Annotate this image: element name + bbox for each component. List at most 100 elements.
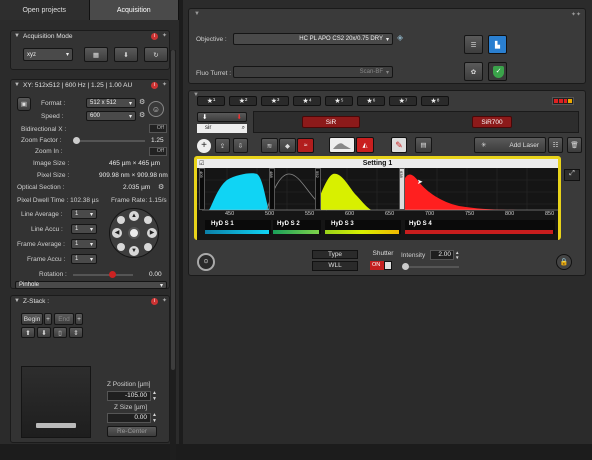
- pin-icon[interactable]: ✦: [162, 31, 167, 42]
- intensity-input[interactable]: 2.00: [430, 250, 454, 260]
- laser-search-input[interactable]: sir ⌕: [197, 124, 247, 133]
- wavy-button[interactable]: ≈: [297, 138, 314, 153]
- expand-button[interactable]: ⤢: [564, 169, 580, 181]
- z-step-button[interactable]: ⇕: [69, 327, 83, 338]
- line-average-select[interactable]: 1 ▾: [71, 209, 97, 219]
- frame-accu-select[interactable]: 1 ▾: [71, 254, 97, 264]
- pan-left-icon[interactable]: ◀: [112, 228, 122, 238]
- filter-button[interactable]: ◆: [279, 138, 296, 153]
- view-button[interactable]: ☰: [464, 35, 483, 54]
- zoom-factor-value[interactable]: 1.25: [151, 137, 164, 144]
- slider-handle[interactable]: [73, 137, 80, 144]
- star-setting-5[interactable]: ★⁵: [325, 96, 353, 106]
- microscope-button[interactable]: ▙: [488, 35, 507, 54]
- star-setting-3[interactable]: ★³: [261, 96, 289, 106]
- pinhole-select[interactable]: Pinhole ▾: [15, 281, 167, 289]
- add-laser-button[interactable]: ✳ Add Laser: [474, 137, 546, 153]
- z-slider-handle[interactable]: [36, 423, 76, 428]
- pin-icon[interactable]: ✦: [162, 296, 167, 307]
- collapse-icon[interactable]: ▼: [194, 11, 200, 17]
- z-lock-button[interactable]: ▯: [53, 327, 67, 338]
- search-icon[interactable]: ⌕: [242, 124, 245, 133]
- collapse-icon[interactable]: ▼: [14, 31, 20, 42]
- pin-icon[interactable]: ✦: [571, 11, 576, 18]
- shutter-toggle-knob[interactable]: [384, 261, 392, 270]
- scrollbar-thumb[interactable]: [171, 50, 175, 370]
- layers-button[interactable]: ≋: [261, 138, 278, 153]
- palette-button[interactable]: ▤: [415, 137, 432, 153]
- frame-average-select[interactable]: 1 ▾: [71, 239, 97, 249]
- scan-button[interactable]: ▣: [17, 97, 31, 111]
- end-button[interactable]: End: [54, 313, 74, 325]
- pan-downleft-icon[interactable]: [117, 243, 125, 251]
- rotate-button[interactable]: ↻: [144, 47, 168, 62]
- eraser-button[interactable]: ✎: [391, 137, 407, 153]
- detector-hyd-s4[interactable]: HyD S 4: [405, 220, 555, 234]
- detector-hyd-s3[interactable]: HyD S 3: [325, 220, 401, 234]
- format-select[interactable]: 512 x 512 ▾: [86, 98, 136, 108]
- z-position-input[interactable]: -105.00: [107, 391, 151, 401]
- z-position-slider[interactable]: [21, 366, 91, 438]
- laser-552-marker[interactable]: 552: [315, 168, 321, 210]
- end-add-button[interactable]: +: [75, 313, 83, 325]
- tab-open-projects[interactable]: Open projects: [0, 0, 90, 20]
- z-up-button[interactable]: ⬆: [21, 327, 35, 338]
- line-accu-select[interactable]: 1 ▾: [71, 224, 97, 234]
- face-icon[interactable]: ☺: [148, 101, 164, 117]
- collapse-icon[interactable]: ▼: [193, 92, 199, 98]
- zoom-factor-slider[interactable]: [73, 137, 145, 144]
- star-setting-1[interactable]: ★¹: [197, 96, 225, 106]
- laser-sir700-button[interactable]: SiR700: [472, 116, 512, 128]
- stepper-icon[interactable]: ▲ ▼: [152, 390, 157, 402]
- pan-control[interactable]: ▲ ▼ ◀ ▶: [109, 208, 159, 258]
- pan-center-icon[interactable]: [128, 227, 140, 239]
- lock-button[interactable]: 🔒: [556, 254, 572, 270]
- speed-select[interactable]: 600 ▾: [86, 111, 136, 121]
- bidirectional-toggle[interactable]: Off: [149, 124, 167, 133]
- detector-hyd-s2[interactable]: HyD S 2: [273, 220, 321, 234]
- spectrum-button[interactable]: [329, 137, 355, 153]
- shield-button[interactable]: ✓: [488, 62, 507, 81]
- acquisition-mode-select[interactable]: xyz ▾: [23, 48, 73, 61]
- spectrum-red-button[interactable]: ◭: [356, 137, 374, 153]
- upload-button[interactable]: ⇪: [215, 138, 230, 153]
- star-setting-8[interactable]: ★⁸: [421, 96, 449, 106]
- objective-select[interactable]: HC PL APO CS2 20x/0.75 DRY ▾: [233, 33, 393, 45]
- objective-info-icon[interactable]: ◈: [397, 33, 403, 42]
- intensity-slider[interactable]: [402, 263, 459, 270]
- rotation-value[interactable]: 0.00: [149, 271, 162, 278]
- pan-right-icon[interactable]: ▶: [147, 228, 157, 238]
- pan-downright-icon[interactable]: [144, 243, 152, 251]
- laser-line-button[interactable]: ⬇ ⬇: [197, 112, 247, 122]
- laser-405-marker[interactable]: 405: [199, 168, 205, 210]
- settings-icon[interactable]: ⚙: [139, 111, 145, 119]
- laser-488-marker[interactable]: 488: [269, 168, 275, 210]
- star-setting-6[interactable]: ★⁶: [357, 96, 385, 106]
- star-setting-4[interactable]: ★⁴: [293, 96, 321, 106]
- pan-upright-icon[interactable]: [144, 216, 152, 224]
- begin-add-button[interactable]: +: [44, 313, 52, 325]
- begin-button[interactable]: Begin: [21, 313, 43, 325]
- pan-up-icon[interactable]: ▲: [129, 211, 139, 221]
- turret-button[interactable]: ✿: [464, 62, 483, 81]
- collapse-icon[interactable]: ▼: [14, 296, 20, 307]
- tab-acquisition[interactable]: Acquisition: [89, 0, 179, 20]
- info-icon[interactable]: i: [151, 33, 158, 40]
- download-button[interactable]: ⇩: [233, 138, 248, 153]
- info-icon[interactable]: i: [151, 82, 158, 89]
- laser-638-marker[interactable]: 638: [399, 168, 405, 210]
- info-icon[interactable]: i: [151, 298, 158, 305]
- wll-dial-icon[interactable]: ⊙: [197, 253, 215, 271]
- move-button[interactable]: ⬇: [114, 47, 138, 62]
- star-setting-2[interactable]: ★²: [229, 96, 257, 106]
- slider-handle[interactable]: [402, 263, 409, 270]
- pin-icon[interactable]: ✦: [162, 80, 167, 91]
- fluo-turret-select[interactable]: Scan-BF ▾: [233, 66, 393, 78]
- stepper-icon[interactable]: ▲ ▼: [152, 412, 157, 424]
- laser-sir-button[interactable]: SiR: [302, 116, 360, 128]
- settings-icon[interactable]: ⚙: [158, 183, 164, 191]
- checkbox-icon[interactable]: ☑: [199, 160, 204, 167]
- collapse-icon[interactable]: ▼: [14, 80, 20, 91]
- z-size-input[interactable]: 0.00: [107, 413, 151, 423]
- pan-down-icon[interactable]: ▼: [129, 246, 139, 256]
